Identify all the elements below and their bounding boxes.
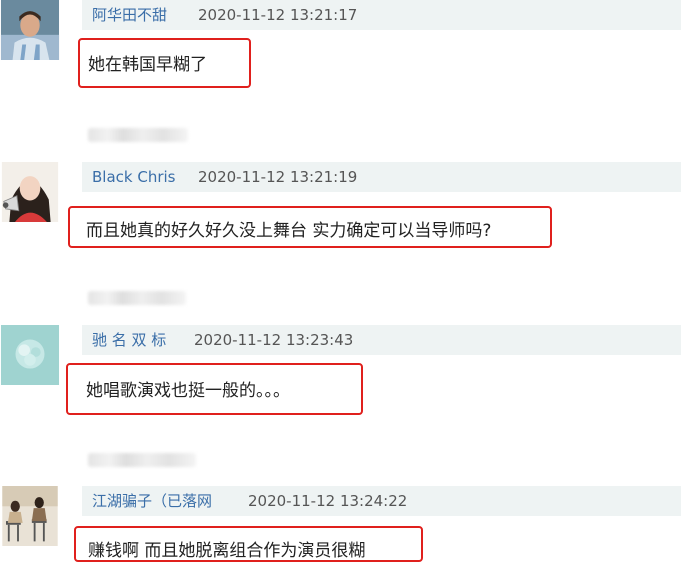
footballer-photo-avatar-icon [0,0,60,60]
user-avatar[interactable] [0,162,60,226]
blurred-reply [88,453,196,467]
user-avatar[interactable] [0,325,60,387]
comment-header: 驰 名 双 标 2020-11-12 13:23:43 [82,325,681,355]
comment-header: Black Chris 2020-11-12 13:21:19 [82,162,681,192]
blurred-reply [88,291,186,305]
people-on-chairs-avatar-icon [2,486,58,546]
username-link[interactable]: 江湖骗子（已落网 [92,486,212,516]
user-avatar[interactable] [0,0,60,62]
teal-flower-avatar-icon [0,325,60,385]
comment-text: 她唱歌演戏也挺一般的。。。 [86,381,290,401]
username-link[interactable]: 驰 名 双 标 [92,325,166,355]
comment-text: 她在韩国早糊了 [88,55,207,75]
comment-timestamp: 2020-11-12 13:21:17 [198,6,358,24]
comment-text: 赚钱啊 而且她脱离组合作为演员很糊 [88,541,366,561]
username-link[interactable]: 阿华田不甜 [92,0,167,30]
username-link[interactable]: Black Chris [92,162,175,192]
comment-header: 江湖骗子（已落网 2020-11-12 13:24:22 [82,486,681,516]
blurred-reply [88,128,188,142]
user-avatar[interactable] [0,486,60,551]
comment-header: 阿华田不甜 2020-11-12 13:21:17 [82,0,681,30]
comment-timestamp: 2020-11-12 13:24:22 [248,492,408,510]
comment-text: 而且她真的好久好久没上舞台 实力确定可以当导师吗? [86,221,492,241]
comment-timestamp: 2020-11-12 13:23:43 [194,331,354,349]
girl-with-megaphone-avatar-icon [1,162,59,222]
comment-timestamp: 2020-11-12 13:21:19 [198,168,358,186]
